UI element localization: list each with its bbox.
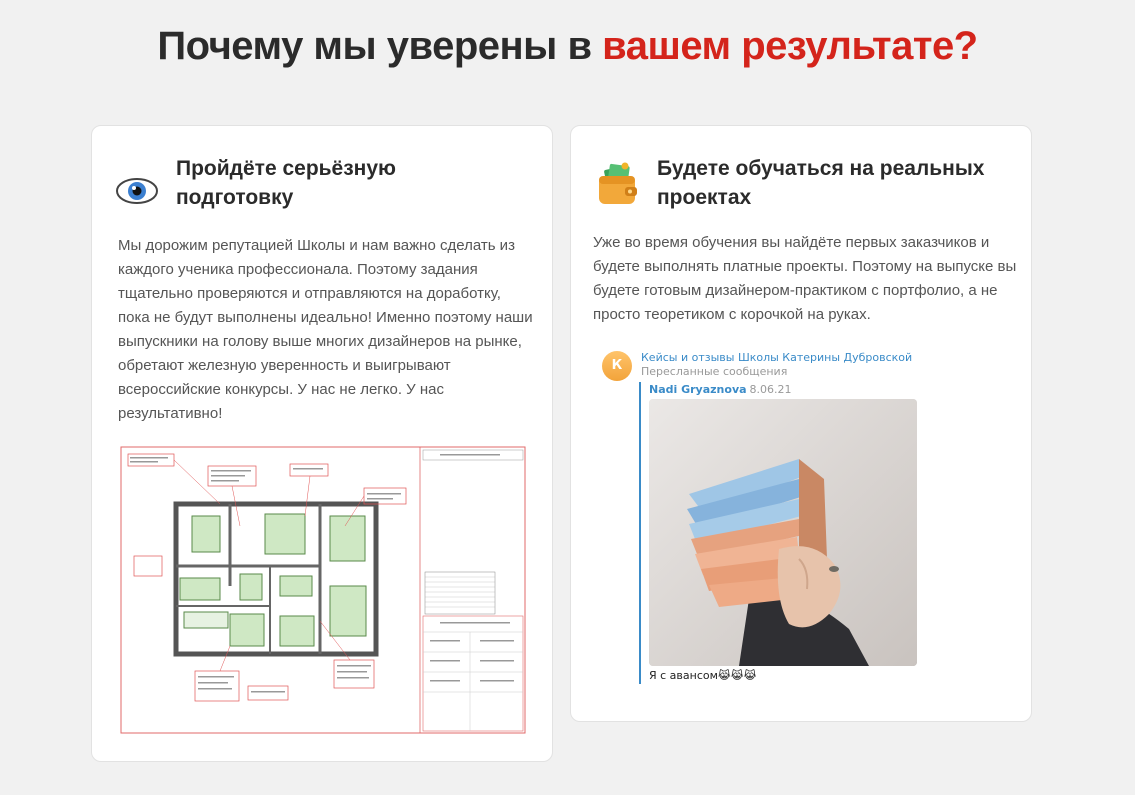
card-description: Уже во время обучения вы найдёте первых …	[593, 231, 1018, 327]
text-line: Уже во время обучения вы найдёте первых …	[593, 234, 990, 251]
eye-icon	[114, 160, 160, 206]
text-line: обретают железную уверенность и выигрыва…	[118, 357, 451, 374]
feature-card-training: Пройдёте серьёзную подготовку Мы дорожим…	[91, 125, 553, 762]
text-line: пока не будут выполнены идеально! Именно…	[118, 309, 533, 326]
card-description: Мы дорожим репутацией Школы и нам важно …	[118, 234, 538, 426]
card-header: Пройдёте серьёзную подготовку	[114, 154, 396, 212]
message-date: 8.06.21	[749, 383, 792, 396]
text-line: будете готовым дизайнером-практиком с по…	[593, 282, 998, 299]
card-title-line: Будете обучаться на реальных	[657, 157, 985, 180]
forwarded-label: Пересланные сообщения	[641, 365, 788, 378]
text-line: выпускники на голову выше многих дизайне…	[118, 333, 522, 350]
card-title-line: Пройдёте серьёзную	[176, 157, 396, 180]
wallet-icon	[595, 160, 641, 206]
message-caption: Я с авансом😹😹😹	[649, 669, 757, 682]
text-line: просто теоретиком с корочкой на руках.	[593, 306, 871, 323]
text-line: тщательно проверяются и отправляются на …	[118, 285, 501, 302]
hand-holding-banknotes-photo	[649, 399, 917, 666]
card-title-line: проектах	[657, 186, 752, 209]
message-author: Nadi Gryaznova 8.06.21	[649, 383, 792, 396]
author-name: Nadi Gryaznova	[649, 383, 747, 396]
channel-avatar: К	[602, 351, 632, 381]
floor-plan-image	[120, 446, 526, 734]
page-title-accent: вашем результате?	[602, 24, 978, 68]
text-line: результативно!	[118, 405, 223, 422]
text-line: будете выполнять платные проекты. Поэтом…	[593, 258, 1017, 275]
feature-card-real-projects: Будете обучаться на реальных проектах Уж…	[570, 125, 1032, 722]
card-header: Будете обучаться на реальных проектах	[595, 154, 984, 212]
telegram-post: К Кейсы и отзывы Школы Катерины Дубровск…	[601, 346, 1001, 706]
card-title: Пройдёте серьёзную подготовку	[176, 154, 396, 212]
text-line: каждого ученика профессионала. Поэтому з…	[118, 261, 478, 278]
quote-bar	[639, 382, 641, 684]
text-line: всероссийские конкурсы. У нас не легко. …	[118, 381, 444, 398]
text-line: Мы дорожим репутацией Школы и нам важно …	[118, 237, 515, 254]
channel-name[interactable]: Кейсы и отзывы Школы Катерины Дубровской	[641, 351, 912, 364]
card-title-line: подготовку	[176, 186, 294, 209]
card-title: Будете обучаться на реальных проектах	[657, 154, 984, 212]
page-title-text: Почему мы уверены в	[157, 24, 603, 68]
page-title: Почему мы уверены в вашем результате?	[0, 24, 1135, 69]
